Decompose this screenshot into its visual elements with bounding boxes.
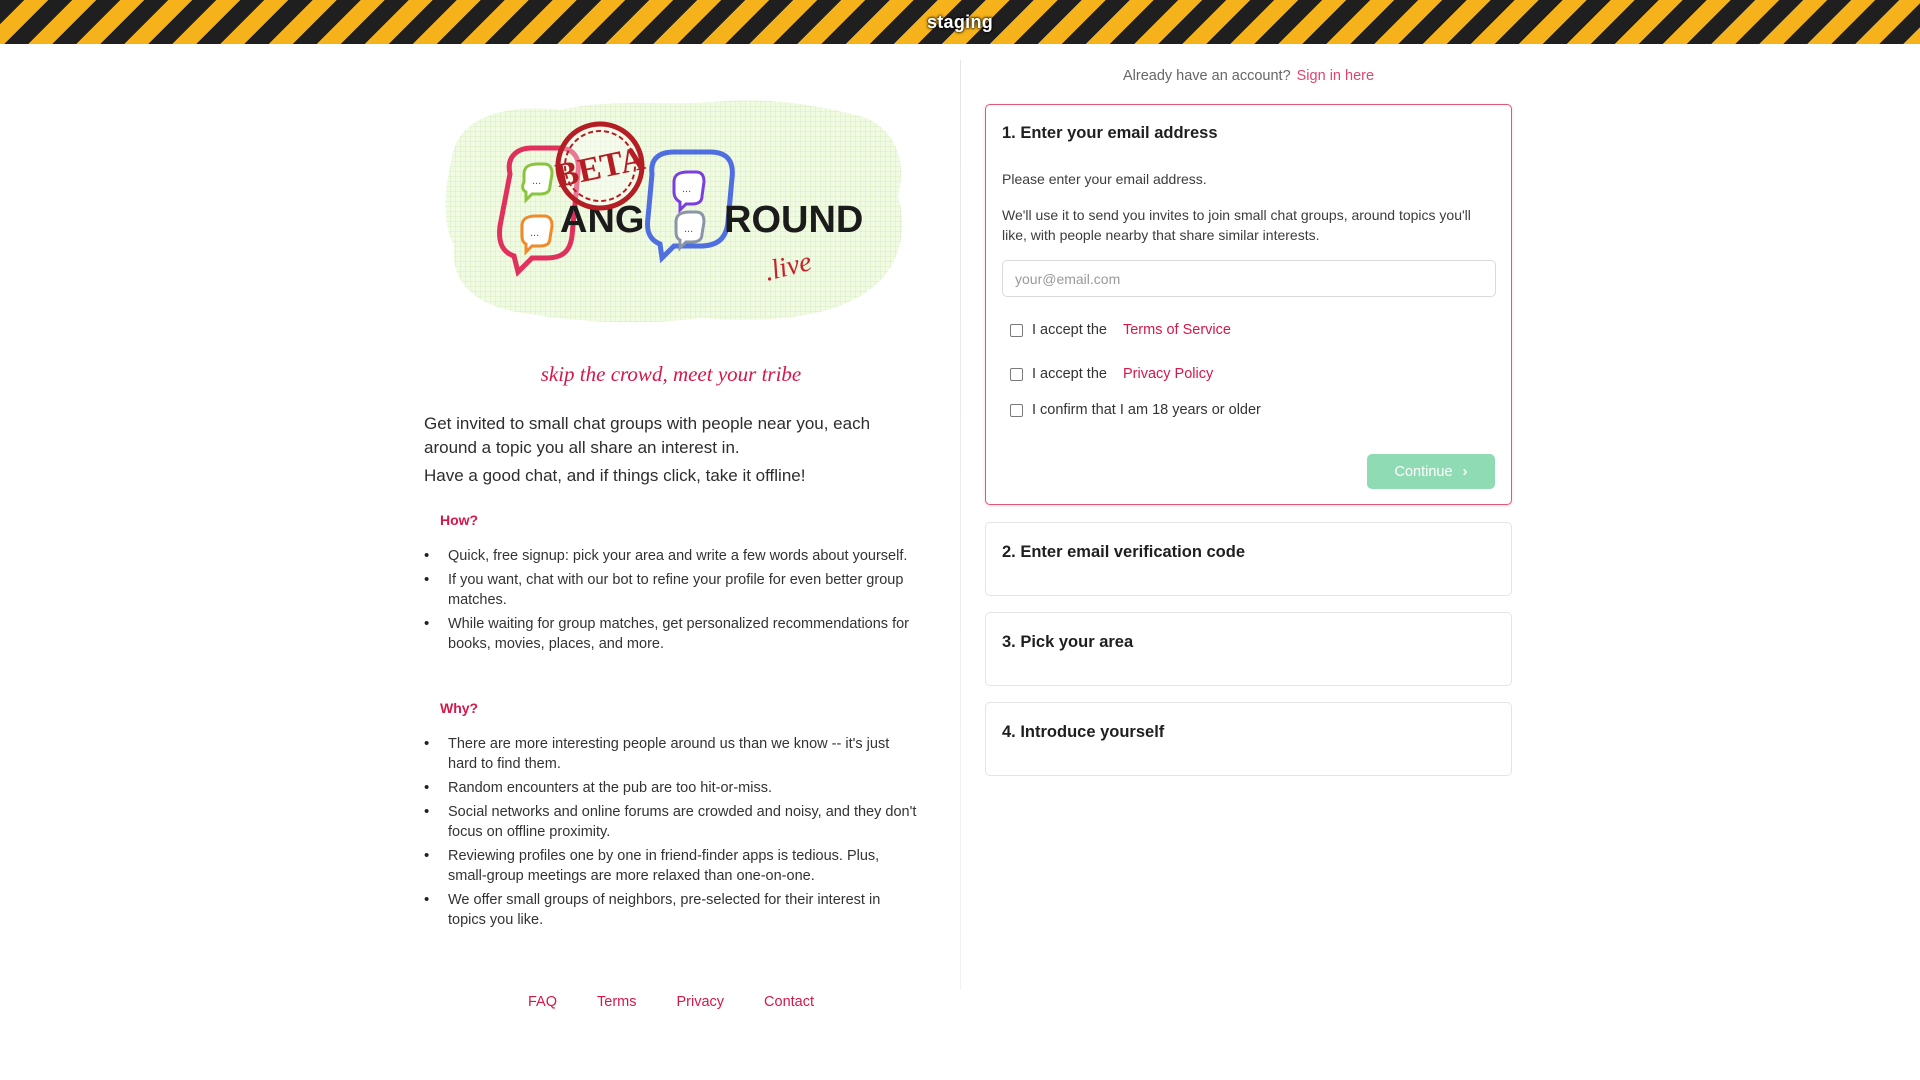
how-heading: How? (440, 512, 479, 528)
step-2-title: 2. Enter email verification code (1002, 543, 1246, 561)
staging-banner: staging (0, 0, 1920, 44)
privacy-checkbox[interactable] (1010, 367, 1023, 381)
intro-text: Get invited to small chat groups with pe… (424, 412, 914, 488)
footer-privacy-link[interactable]: Privacy (676, 994, 724, 1010)
why-heading: Why? (440, 700, 479, 716)
email-explanation: We'll use it to send you invites to join… (1002, 207, 1471, 243)
tos-row: I accept the Terms of Service (1010, 322, 1231, 338)
column-divider (960, 60, 961, 990)
step-4-card[interactable]: 4. Introduce yourself (985, 702, 1512, 776)
staging-label: staging (926, 11, 994, 32)
continue-button[interactable]: Continue › (1367, 454, 1495, 489)
list-item: Reviewing profiles one by one in friend-… (424, 846, 920, 886)
step-1-card: 1. Enter your email address Please enter… (985, 104, 1512, 505)
list-item: Quick, free signup: pick your area and w… (424, 546, 920, 566)
email-input[interactable] (1002, 260, 1496, 297)
email-prompt: Please enter your email address. (1002, 171, 1207, 187)
list-item: If you want, chat with our bot to refine… (424, 570, 920, 610)
step-3-card[interactable]: 3. Pick your area (985, 612, 1512, 686)
privacy-policy-link[interactable]: Privacy Policy (1123, 366, 1213, 382)
tos-label: I accept the (1032, 322, 1107, 338)
list-item: While waiting for group matches, get per… (424, 614, 920, 654)
step-3-title: 3. Pick your area (1002, 633, 1134, 651)
footer-contact-link[interactable]: Contact (764, 994, 814, 1010)
footer-faq-link[interactable]: FAQ (528, 994, 557, 1010)
signin-text: Already have an account? (1122, 68, 1291, 84)
how-list: Quick, free signup: pick your area and w… (424, 546, 920, 658)
age-checkbox[interactable] (1010, 403, 1023, 417)
intro-line-1: Get invited to small chat groups with pe… (424, 414, 871, 457)
step-2-card[interactable]: 2. Enter email verification code (985, 522, 1512, 596)
why-list: There are more interesting people around… (424, 734, 920, 934)
list-item: We offer small groups of neighbors, pre-… (424, 890, 920, 930)
privacy-row: I accept the Privacy Policy (1010, 366, 1213, 382)
list-item: Social networks and online forums are cr… (424, 802, 920, 842)
step-4-title: 4. Introduce yourself (1002, 723, 1165, 741)
signin-prompt: Already have an account? Sign in here (985, 68, 1512, 84)
terms-of-service-link[interactable]: Terms of Service (1123, 322, 1231, 338)
footer-terms-link[interactable]: Terms (597, 994, 636, 1010)
continue-label: Continue (1394, 463, 1453, 480)
tagline: skip the crowd, meet your tribe (540, 362, 802, 386)
privacy-label: I accept the (1032, 366, 1107, 382)
hangaround-logo: ... ... ... ... ANG ROUND .live BETA (440, 96, 906, 328)
bubble-dots-1: ... (532, 175, 541, 187)
logo-word-right: ROUND (724, 199, 863, 241)
bubble-dots-4: ... (684, 223, 693, 235)
intro-line-2: Have a good chat, and if things click, t… (424, 466, 806, 485)
list-item: There are more interesting people around… (424, 734, 920, 774)
list-item: Random encounters at the pub are too hit… (424, 778, 920, 798)
bubble-dots-3: ... (682, 183, 691, 195)
bubble-dots-2: ... (530, 227, 539, 239)
age-label: I confirm that I am 18 years or older (1032, 402, 1261, 418)
age-row: I confirm that I am 18 years or older (1010, 402, 1261, 418)
chevron-right-icon: › (1462, 463, 1468, 480)
tos-checkbox[interactable] (1010, 323, 1023, 337)
signin-link[interactable]: Sign in here (1297, 68, 1374, 84)
step-1-title: 1. Enter your email address (1002, 124, 1218, 142)
footer-links: FAQ Terms Privacy Contact (424, 994, 918, 1010)
